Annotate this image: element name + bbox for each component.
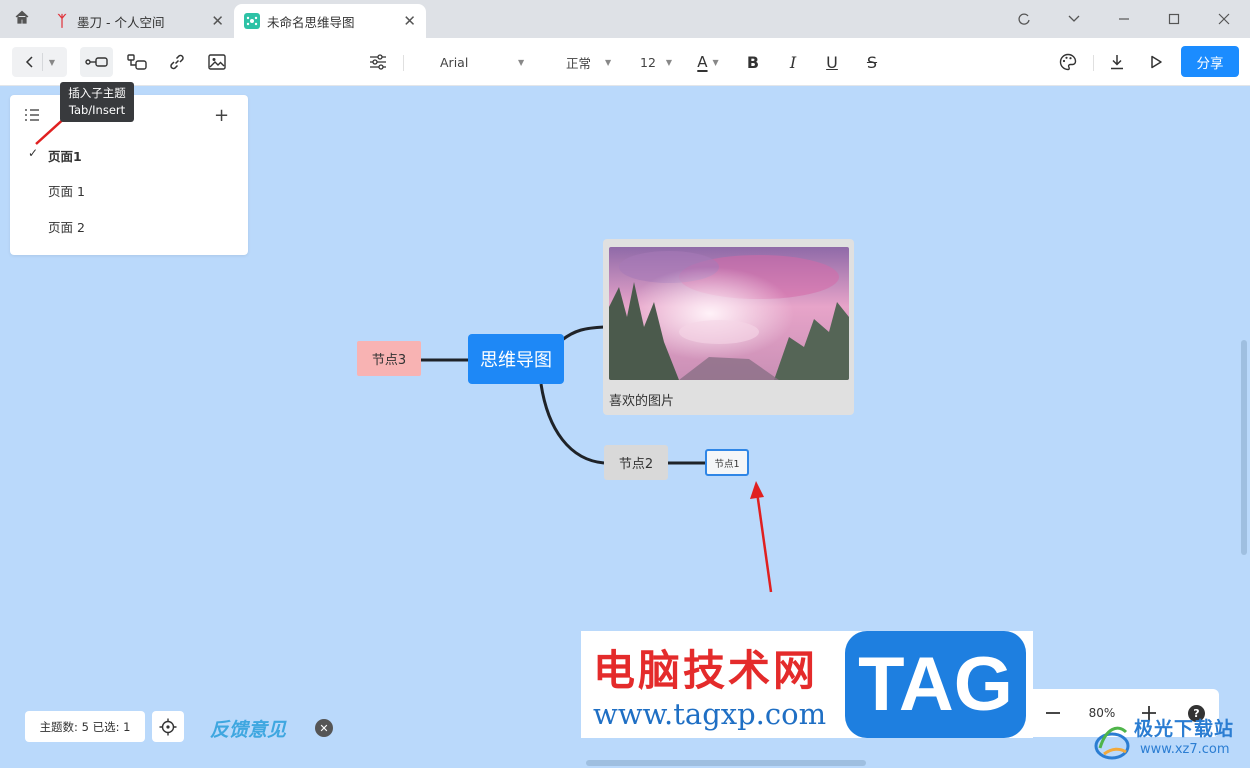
- watermark2-url: www.xz7.com: [1140, 742, 1230, 757]
- mindmap-node-3[interactable]: 节点3: [357, 341, 421, 376]
- mindmap-node-1-selected[interactable]: 节点1: [705, 449, 749, 476]
- minus-icon: [1046, 712, 1060, 714]
- close-icon[interactable]: ✕: [315, 719, 333, 737]
- vertical-scrollbar[interactable]: [1241, 340, 1247, 555]
- horizontal-scrollbar[interactable]: [586, 760, 866, 766]
- watermark-url: www.tagxp.com: [593, 697, 827, 731]
- mindmap-node-2[interactable]: 节点2: [604, 445, 668, 480]
- mindmap-image-node[interactable]: 喜欢的图片: [603, 239, 854, 415]
- topic-count-status: 主题数: 5 已选: 1: [25, 711, 145, 742]
- fantasy-landscape-image: [609, 247, 849, 380]
- watermark-xz7: 极光下载站 www.xz7.com: [1090, 714, 1250, 768]
- tooltip-shortcut: Tab/Insert: [68, 103, 126, 117]
- feedback-link[interactable]: 反馈意见: [210, 715, 286, 742]
- image-caption: 喜欢的图片: [609, 394, 675, 409]
- zoom-out-button[interactable]: [1040, 701, 1066, 725]
- connector-root-image: [561, 325, 605, 342]
- watermark2-title: 极光下载站: [1134, 718, 1235, 740]
- watermark-tag-logo: TAG: [845, 631, 1026, 738]
- watermark-tagxp: 电脑技术网 www.tagxp.com TAG: [581, 631, 1033, 738]
- tooltip-title: 插入子主题: [68, 86, 126, 100]
- aurora-logo-icon: [1092, 718, 1132, 768]
- mindmap-root-node[interactable]: 思维导图: [468, 334, 564, 384]
- tooltip: 插入子主题 Tab/Insert: [60, 82, 134, 122]
- locate-center-button[interactable]: [152, 711, 184, 742]
- annotation-arrow: [755, 491, 773, 593]
- annotation-arrowhead: [750, 481, 764, 499]
- crosshair-icon: [159, 718, 177, 735]
- watermark-title: 电脑技术网: [593, 646, 819, 695]
- connector-root-node2: [539, 383, 605, 465]
